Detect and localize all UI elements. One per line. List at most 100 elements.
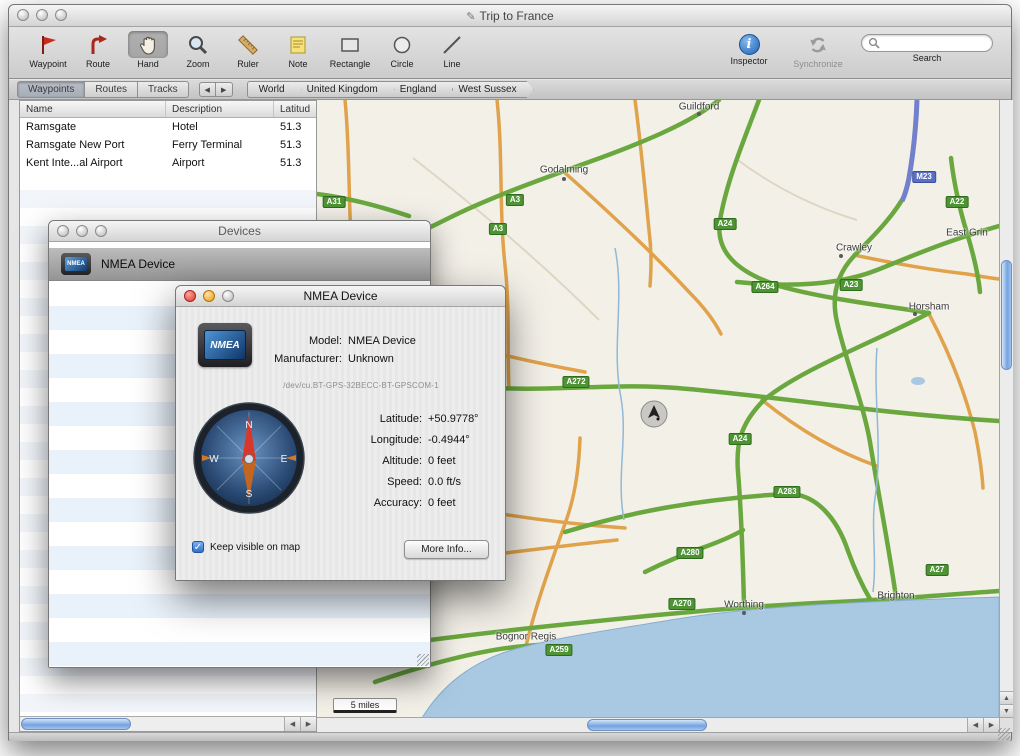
tool-waypoint[interactable]: Waypoint xyxy=(23,31,73,69)
nmea-device-window: NMEA Device NMEA Model: NMEA Device Manuf… xyxy=(175,285,506,581)
zoom-button[interactable] xyxy=(95,225,107,237)
titlebar[interactable]: Trip to France xyxy=(9,5,1011,27)
compass: N E S W xyxy=(193,402,305,514)
magnifier-icon xyxy=(178,31,218,58)
tab-waypoints[interactable]: Waypoints xyxy=(17,81,86,98)
town-label: Bognor Regis xyxy=(495,631,557,643)
resize-grip[interactable] xyxy=(998,728,1010,740)
line-icon xyxy=(432,31,472,58)
column-latitude[interactable]: Latitud xyxy=(274,101,316,117)
close-button[interactable] xyxy=(17,9,29,21)
tool-route[interactable]: Route xyxy=(73,31,123,69)
table-header: Name Description Latitud xyxy=(20,101,316,118)
lake xyxy=(911,377,925,385)
road-badge: A24 xyxy=(713,218,737,230)
search-area: Search xyxy=(861,31,993,63)
close-button[interactable] xyxy=(184,290,196,302)
rectangle-icon xyxy=(330,31,370,58)
titlebar[interactable]: NMEA Device xyxy=(176,286,505,307)
search-field[interactable] xyxy=(861,34,993,52)
tool-hand[interactable]: Hand xyxy=(123,31,173,69)
scroll-up-arrow[interactable]: ▲ xyxy=(1000,691,1013,704)
minimize-button[interactable] xyxy=(76,225,88,237)
panel-horizontal-scrollbar[interactable]: ◀ ▶ xyxy=(20,716,316,731)
road-badge: A31 xyxy=(322,196,346,208)
scrollbar-thumb[interactable] xyxy=(21,718,131,730)
gps-position-marker xyxy=(640,400,668,428)
search-icon xyxy=(868,37,880,49)
accuracy-label: Accuracy: xyxy=(373,497,422,509)
tool-rectangle[interactable]: Rectangle xyxy=(323,31,377,69)
hand-icon xyxy=(128,31,168,58)
scrollbar-thumb[interactable] xyxy=(1001,260,1012,370)
resize-grip[interactable] xyxy=(417,654,429,666)
toolbar: Waypoint Route Hand Zoom Ruler Note Rect… xyxy=(9,27,1011,79)
model-value: NMEA Device xyxy=(348,335,416,347)
column-description[interactable]: Description xyxy=(166,101,274,117)
route-arrow-icon xyxy=(78,31,118,58)
tool-circle[interactable]: Circle xyxy=(377,31,427,69)
more-info-button[interactable]: More Info... xyxy=(404,540,489,559)
scroll-left-arrow[interactable]: ◀ xyxy=(967,718,983,732)
town-label: Horsham xyxy=(908,301,950,313)
forward-button[interactable] xyxy=(215,82,233,97)
scroll-right-arrow[interactable]: ▶ xyxy=(983,718,999,732)
window-footer xyxy=(9,728,1011,741)
table-row[interactable]: Kent Inte...al Airport Airport 51.3 xyxy=(20,154,316,172)
town-label: Brighton xyxy=(877,590,915,602)
tool-zoom[interactable]: Zoom xyxy=(173,31,223,69)
scrollbar-thumb[interactable] xyxy=(587,719,707,731)
synchronize-arrows-icon xyxy=(798,31,838,58)
tool-line[interactable]: Line xyxy=(427,31,477,69)
map-vertical-scrollbar[interactable]: ▲ ▼ xyxy=(999,100,1013,717)
note-icon xyxy=(278,31,318,58)
motorway-badge: M23 xyxy=(912,171,936,183)
scroll-right-arrow[interactable]: ▶ xyxy=(300,717,316,731)
tool-inspector[interactable]: Inspector xyxy=(723,31,775,66)
tool-ruler[interactable]: Ruler xyxy=(223,31,273,69)
zoom-button[interactable] xyxy=(55,9,67,21)
tool-synchronize[interactable]: Synchronize xyxy=(789,31,847,69)
road-badge: A259 xyxy=(545,644,573,656)
breadcrumb-world[interactable]: World xyxy=(247,81,302,98)
scroll-down-arrow[interactable]: ▼ xyxy=(1000,704,1013,717)
gps-readouts: Latitude: +50.9778° Longitude: -0.4944° Al… xyxy=(310,413,479,509)
scroll-left-arrow[interactable]: ◀ xyxy=(284,717,300,731)
waypoint-flag-icon xyxy=(28,31,68,58)
breadcrumb-england[interactable]: England xyxy=(388,81,454,98)
town-label: Guildford xyxy=(678,101,720,113)
back-button[interactable] xyxy=(198,82,216,97)
town-label: East Grin xyxy=(946,227,988,239)
latitude-label: Latitude: xyxy=(379,413,422,425)
table-row[interactable]: Ramsgate Hotel 51.3 xyxy=(20,118,316,136)
zoom-button[interactable] xyxy=(222,290,234,302)
speed-value: 0.0 ft/s xyxy=(428,476,462,488)
longitude-label: Longitude: xyxy=(370,434,422,446)
town-label: Worthing xyxy=(724,599,764,611)
road-badge: A280 xyxy=(676,547,704,559)
search-input[interactable] xyxy=(880,37,986,49)
keep-visible-checkbox[interactable] xyxy=(192,541,204,553)
breadcrumb-united-kingdom[interactable]: United Kingdom xyxy=(295,81,395,98)
tab-tracks[interactable]: Tracks xyxy=(138,81,189,98)
map-scale-indicator: 5 miles xyxy=(333,698,397,713)
device-port-path: /dev/cu.BT-GPS-32BECC-BT-GPSCOM-1 xyxy=(283,381,439,390)
breadcrumb-west-sussex[interactable]: West Sussex xyxy=(446,81,533,98)
ruler-icon xyxy=(228,31,268,58)
road-badge: A27 xyxy=(925,564,949,576)
minimize-button[interactable] xyxy=(36,9,48,21)
history-buttons xyxy=(198,82,233,97)
map-horizontal-scrollbar[interactable]: ◀ ▶ xyxy=(317,717,999,732)
column-name[interactable]: Name xyxy=(20,101,166,117)
device-detail-panel: NMEA Model: NMEA Device Manufacturer: Unkn… xyxy=(176,307,505,580)
tool-note[interactable]: Note xyxy=(273,31,323,69)
nmea-device-icon: NMEA xyxy=(61,253,91,275)
table-row[interactable]: Ramsgate New Port Ferry Terminal 51.3 xyxy=(20,136,316,154)
titlebar[interactable]: Devices xyxy=(49,221,430,242)
road-badge: A24 xyxy=(728,433,752,445)
minimize-button[interactable] xyxy=(203,290,215,302)
tab-routes[interactable]: Routes xyxy=(85,81,139,98)
device-list-item[interactable]: NMEA NMEA Device xyxy=(49,248,430,281)
navigation-bar: Waypoints Routes Tracks World United Kin… xyxy=(9,80,1011,100)
close-button[interactable] xyxy=(57,225,69,237)
